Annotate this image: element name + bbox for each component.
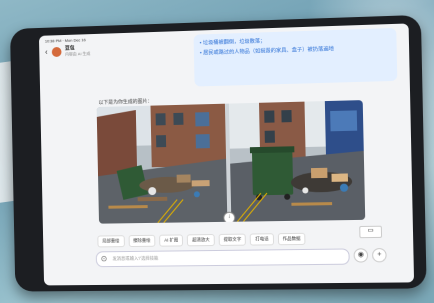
bot-subtitle: 内容由 AI 生成 <box>65 50 91 57</box>
tablet-device: 10:38 PM · Mon Dec 16 ‹ 豆包 内容由 AI 生成 • 垃… <box>9 14 427 292</box>
image-action-bar: 局部重绘 擦除重绘 AI 扩图 超清放大 提取文字 打电话 作品数据 <box>97 232 306 248</box>
action-chip[interactable]: 擦除重绘 <box>128 234 156 248</box>
chat-header: ‹ 豆包 内容由 AI 生成 <box>45 44 90 58</box>
action-chip[interactable]: 作品数据 <box>277 232 306 246</box>
action-chip[interactable]: 超清放大 <box>187 234 215 247</box>
back-arrow-icon[interactable]: ‹ <box>45 47 48 56</box>
action-chip[interactable]: AI 扩图 <box>159 234 184 247</box>
avatar[interactable] <box>51 46 62 57</box>
image-status-chip[interactable]: ▭ <box>359 225 383 239</box>
attachment-icon[interactable]: ⊙ <box>101 254 108 263</box>
input-placeholder: 发消息或输入'/'选择技能 <box>112 255 159 262</box>
status-bar: 10:38 PM · Mon Dec 16 <box>44 37 86 44</box>
add-icon[interactable]: + <box>372 248 387 263</box>
user-message-bubble: • 垃圾桶被翻倒，垃圾散落； • 居民或路过的人物品（如损毁的家具、盒子）被扔落… <box>193 27 398 87</box>
bot-name: 豆包 内容由 AI 生成 <box>64 45 91 57</box>
voice-icon[interactable]: ◉ <box>353 248 369 263</box>
input-controls: ◉ + <box>353 248 387 263</box>
generated-image-2[interactable] <box>228 100 366 222</box>
action-chip[interactable]: 提取文字 <box>218 233 247 246</box>
tablet-screen: 10:38 PM · Mon Dec 16 ‹ 豆包 内容由 AI 生成 • 垃… <box>38 23 415 286</box>
action-chip[interactable]: 局部重绘 <box>97 235 125 248</box>
message-input[interactable]: ⊙ 发消息或输入'/'选择技能 <box>95 248 350 268</box>
reply-caption: 以下是为你生成的图片： <box>98 98 153 107</box>
generated-image-1[interactable] <box>96 103 228 224</box>
generated-image-card[interactable]: ↓ <box>96 100 366 224</box>
action-chip[interactable]: 打电话 <box>250 233 274 246</box>
download-icon[interactable]: ↓ <box>223 211 236 224</box>
